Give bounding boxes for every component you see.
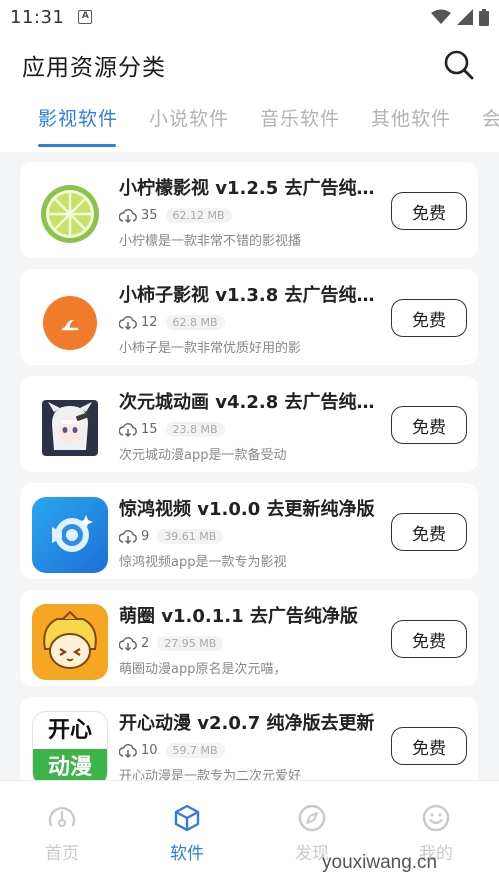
dashboard-icon [48, 807, 76, 828]
watermark-text: youxiwang.cn [322, 852, 438, 873]
notification-icon: A [78, 10, 93, 24]
cube-icon [174, 804, 200, 832]
app-description: 小柿子是一款非常优质好用的影 [119, 341, 302, 356]
app-thumbnail: 开心 动漫 [32, 711, 108, 780]
tab-more[interactable]: 会 [482, 104, 499, 131]
smiley-icon [422, 804, 450, 832]
nav-item-software[interactable]: 软件 [147, 803, 227, 864]
app-list[interactable]: 小柠檬影视 v1.2.5 去广告纯净版 35 62.12 MB 小柠檬是一款非常… [0, 152, 499, 780]
app-meta: 9 39.61 MB [119, 529, 224, 544]
app-name[interactable]: 小柿子影视 v1.3.8 去广告纯净版 [119, 281, 381, 307]
logo-text-top: 开心 [47, 718, 92, 743]
anime-girl-icon [42, 400, 98, 456]
app-name[interactable]: 萌圈 v1.0.1.1 去广告纯净版 [119, 602, 381, 628]
free-download-button[interactable]: 免费 [391, 727, 467, 765]
app-name[interactable]: 次元城动画 v4.2.8 去广告纯净版 [119, 388, 381, 414]
cartoon-face-icon [37, 609, 103, 675]
app-meta: 10 59.7 MB [119, 743, 225, 758]
wifi-icon [431, 9, 451, 24]
app-thumbnail [32, 497, 108, 573]
status-time: 11:31 [10, 6, 65, 28]
app-card[interactable]: 惊鸿视频 v1.0.0 去更新纯净版 9 39.61 MB 惊鸿视频app是一款… [20, 483, 478, 579]
app-card[interactable]: 小柠檬影视 v1.2.5 去广告纯净版 35 62.12 MB 小柠檬是一款非常… [20, 162, 478, 258]
nav-label: 软件 [170, 844, 204, 864]
cloud-download-icon [119, 208, 137, 223]
cloud-download-icon [119, 529, 137, 544]
app-name[interactable]: 开心动漫 v2.0.7 纯净版去更新 [119, 709, 381, 735]
search-icon [444, 50, 474, 80]
app-thumbnail [32, 604, 108, 680]
tab-indicator [38, 144, 116, 147]
free-download-button[interactable]: 免费 [391, 192, 467, 230]
app-card[interactable]: 开心 动漫 开心动漫 v2.0.7 纯净版去更新 10 59.7 MB 开心动漫… [20, 697, 478, 780]
status-right [431, 8, 489, 26]
app-description: 次元城动漫app是一款备受动 [119, 448, 287, 463]
file-size: 39.61 MB [157, 529, 224, 544]
download-count: 2 [141, 636, 150, 651]
nav-label: 首页 [45, 844, 79, 864]
download-count: 10 [141, 743, 158, 758]
app-meta: 15 23.8 MB [119, 422, 225, 437]
app-name[interactable]: 惊鸿视频 v1.0.0 去更新纯净版 [119, 495, 381, 521]
app-description: 小柠檬是一款非常不错的影视播 [119, 234, 302, 249]
free-download-button[interactable]: 免费 [391, 620, 467, 658]
download-count: 12 [141, 315, 158, 330]
battery-icon [479, 8, 489, 26]
app-name[interactable]: 小柠檬影视 v1.2.5 去广告纯净版 [119, 174, 381, 200]
compass-icon [298, 804, 326, 832]
page-title: 应用资源分类 [22, 55, 166, 81]
cloud-download-icon [119, 315, 137, 330]
app-header: 应用资源分类 [0, 34, 499, 96]
tab-novel[interactable]: 小说软件 [149, 104, 229, 131]
app-meta: 35 62.12 MB [119, 208, 232, 223]
file-size: 27.95 MB [157, 636, 224, 651]
persimmon-icon [43, 296, 97, 350]
app-card[interactable]: 次元城动画 v4.2.8 去广告纯净版 15 23.8 MB 次元城动漫app是… [20, 376, 478, 472]
cloud-download-icon [119, 422, 137, 437]
app-card[interactable]: 小柿子影视 v1.3.8 去广告纯净版 12 62.8 MB 小柿子是一款非常优… [20, 269, 478, 365]
tab-music[interactable]: 音乐软件 [260, 104, 340, 131]
app-thumbnail [32, 283, 108, 359]
app-description: 惊鸿视频app是一款专为影视 [119, 555, 287, 570]
free-download-button[interactable]: 免费 [391, 513, 467, 551]
download-count: 35 [141, 208, 158, 223]
app-description: 萌圈动漫app原名是次元喵， [119, 662, 287, 677]
free-download-button[interactable]: 免费 [391, 299, 467, 337]
download-count: 9 [141, 529, 150, 544]
app-thumbnail [32, 390, 108, 466]
lemon-icon [41, 185, 99, 243]
nav-item-home[interactable]: 首页 [22, 803, 102, 864]
app-meta: 2 27.95 MB [119, 636, 224, 651]
tab-video[interactable]: 影视软件 [38, 104, 118, 131]
tab-other[interactable]: 其他软件 [371, 104, 451, 131]
search-button[interactable] [441, 47, 477, 83]
file-size: 62.8 MB [165, 315, 225, 330]
file-size: 62.12 MB [165, 208, 232, 223]
file-size: 23.8 MB [165, 422, 225, 437]
file-size: 59.7 MB [165, 743, 225, 758]
app-description: 开心动漫是一款专为二次元爱好 [119, 769, 302, 780]
signal-icon [457, 9, 473, 25]
cloud-download-icon [119, 743, 137, 758]
app-thumbnail [32, 176, 108, 252]
video-camera-icon [52, 515, 93, 552]
free-download-button[interactable]: 免费 [391, 406, 467, 444]
status-bar: 11:31 A [0, 0, 499, 34]
download-count: 15 [141, 422, 158, 437]
app-meta: 12 62.8 MB [119, 315, 225, 330]
app-card[interactable]: 萌圈 v1.0.1.1 去广告纯净版 2 27.95 MB 萌圈动漫app原名是… [20, 590, 478, 686]
logo-text-bottom: 动漫 [33, 749, 107, 780]
kaixin-logo-icon: 开心 动漫 [33, 712, 107, 780]
cloud-download-icon [119, 636, 137, 651]
